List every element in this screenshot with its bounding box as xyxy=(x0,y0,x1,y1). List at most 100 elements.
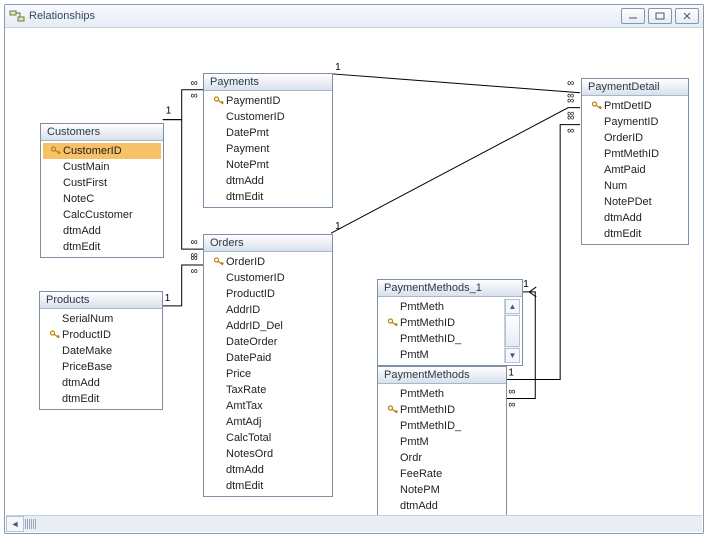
horizontal-scrollbar[interactable]: ◄ xyxy=(6,515,702,532)
field-row[interactable]: dtmAdd xyxy=(42,375,160,391)
field-row[interactable]: CustomerID xyxy=(43,143,161,159)
field-row[interactable]: SerialNum xyxy=(42,311,160,327)
field-name: Payment xyxy=(226,143,269,155)
field-row[interactable]: DateMake xyxy=(42,343,160,359)
maximize-button[interactable] xyxy=(648,8,672,24)
table-title[interactable]: Products xyxy=(40,292,162,309)
field-row[interactable]: dtmAdd xyxy=(43,223,161,239)
field-row[interactable]: PmtM xyxy=(380,434,504,450)
svg-text:∞: ∞ xyxy=(567,96,574,107)
scroll-left-button[interactable]: ◄ xyxy=(6,516,24,532)
scroll-thumb[interactable] xyxy=(505,315,520,347)
table-title[interactable]: PaymentMethods_1 xyxy=(378,280,522,297)
svg-text:1: 1 xyxy=(335,221,341,232)
field-row[interactable]: PmtMeth xyxy=(380,299,504,315)
table-customers[interactable]: Customers CustomerIDCustMainCustFirstNote… xyxy=(40,123,164,258)
field-row[interactable]: dtmEdit xyxy=(206,478,330,494)
field-row[interactable]: PmtMeth xyxy=(380,386,504,402)
field-name: dtmAdd xyxy=(400,500,438,512)
svg-text:1: 1 xyxy=(335,62,341,73)
titlebar[interactable]: Relationships xyxy=(5,5,703,28)
field-row[interactable]: dtmAdd xyxy=(206,462,330,478)
field-row[interactable]: AddrID_Del xyxy=(206,318,330,334)
vertical-scrollbar[interactable]: ▲▼ xyxy=(504,299,520,363)
key-icon xyxy=(590,100,604,112)
field-name: NotePmt xyxy=(226,159,269,171)
scroll-down-button[interactable]: ▼ xyxy=(505,348,520,363)
field-row[interactable]: PmtMethID_ xyxy=(380,331,504,347)
table-paymentMethods1[interactable]: PaymentMethods_1 PmtMethPmtMethIDPmtMethI… xyxy=(377,279,523,366)
field-row[interactable]: CalcCustomer xyxy=(43,207,161,223)
table-paymentMethods[interactable]: PaymentMethods PmtMethPmtMethIDPmtMethID_… xyxy=(377,366,507,516)
field-row[interactable]: DatePmt xyxy=(206,125,330,141)
field-row[interactable]: AmtPaid xyxy=(584,162,686,178)
field-name: dtmAdd xyxy=(604,212,642,224)
svg-text:∞: ∞ xyxy=(191,237,198,248)
field-row[interactable]: NotePmt xyxy=(206,157,330,173)
field-row[interactable]: dtmAdd xyxy=(380,498,504,514)
field-row[interactable]: AmtTax xyxy=(206,398,330,414)
field-row[interactable]: PaymentID xyxy=(584,114,686,130)
scroll-up-button[interactable]: ▲ xyxy=(505,299,520,314)
field-row[interactable]: FeeRate xyxy=(380,466,504,482)
table-orders[interactable]: Orders OrderIDCustomerIDProductIDAddrIDAd… xyxy=(203,234,333,497)
table-title[interactable]: PaymentMethods xyxy=(378,367,506,384)
scroll-track[interactable] xyxy=(24,517,53,531)
field-row[interactable]: CustMain xyxy=(43,159,161,175)
svg-text:1: 1 xyxy=(523,279,529,290)
field-name: DatePaid xyxy=(226,352,271,364)
field-row[interactable]: CalcTotal xyxy=(206,430,330,446)
field-row[interactable]: DateOrder xyxy=(206,334,330,350)
field-name: CustomerID xyxy=(226,111,285,123)
table-payments[interactable]: Payments PaymentID CustomerID DatePmt Paymen… xyxy=(203,73,333,208)
table-title[interactable]: Payments xyxy=(204,74,332,91)
field-row[interactable]: AddrID xyxy=(206,302,330,318)
field-name: dtmEdit xyxy=(63,241,100,253)
field-row[interactable]: Num xyxy=(584,178,686,194)
field-row[interactable]: CustomerID xyxy=(206,109,330,125)
field-name: Ordr xyxy=(400,452,422,464)
field-row[interactable]: TaxRate xyxy=(206,382,330,398)
field-row[interactable]: OrderID xyxy=(584,130,686,146)
field-row[interactable]: dtmEdit xyxy=(584,226,686,242)
field-row[interactable]: dtmAdd xyxy=(584,210,686,226)
table-paymentDetail[interactable]: PaymentDetail PmtDetIDPaymentIDOrderIDPmt… xyxy=(581,78,689,245)
field-row[interactable]: CustomerID xyxy=(206,270,330,286)
field-row[interactable]: Ordr xyxy=(380,450,504,466)
field-row[interactable]: PmtDetID xyxy=(584,98,686,114)
field-row[interactable]: NotePM xyxy=(380,482,504,498)
field-row[interactable]: dtmAdd xyxy=(206,173,330,189)
field-row[interactable]: Payment xyxy=(206,141,330,157)
field-name: FeeRate xyxy=(400,468,442,480)
table-title[interactable]: Orders xyxy=(204,235,332,252)
field-row[interactable]: PmtM xyxy=(380,347,504,363)
field-row[interactable]: NotePDet xyxy=(584,194,686,210)
field-row[interactable]: dtmEdit xyxy=(42,391,160,407)
field-row[interactable]: PmtMethID xyxy=(380,315,504,331)
field-row[interactable]: NotesOrd xyxy=(206,446,330,462)
table-title[interactable]: PaymentDetail xyxy=(582,79,688,96)
field-row[interactable]: dtmEdit xyxy=(206,189,330,205)
field-row[interactable]: DatePaid xyxy=(206,350,330,366)
svg-text:∞: ∞ xyxy=(567,126,574,137)
field-row[interactable]: CustFirst xyxy=(43,175,161,191)
field-row[interactable]: OrderID xyxy=(206,254,330,270)
field-row[interactable]: ProductID xyxy=(42,327,160,343)
table-products[interactable]: Products SerialNumProductIDDateMakePriceB… xyxy=(39,291,163,410)
field-row[interactable]: dtmEdit xyxy=(43,239,161,255)
table-title[interactable]: Customers xyxy=(41,124,163,141)
field-name: dtmEdit xyxy=(604,228,641,240)
field-row[interactable]: ProductID xyxy=(206,286,330,302)
close-button[interactable] xyxy=(675,8,699,24)
diagram-canvas[interactable]: 1∞∞ ∞∞ 1∞∞ 1∞∞ 1∞∞ 1 ∞∞ 1∞∞ CustomersCus… xyxy=(6,28,702,516)
field-row[interactable]: AmtAdj xyxy=(206,414,330,430)
field-row[interactable]: PmtMethID xyxy=(380,402,504,418)
field-row[interactable]: PmtMethID_ xyxy=(380,418,504,434)
field-row[interactable]: PriceBase xyxy=(42,359,160,375)
field-row[interactable]: PaymentID xyxy=(206,93,330,109)
field-row[interactable]: Price xyxy=(206,366,330,382)
field-row[interactable]: NoteC xyxy=(43,191,161,207)
field-row[interactable]: PmtMethID xyxy=(584,146,686,162)
minimize-button[interactable] xyxy=(621,8,645,24)
svg-text:∞: ∞ xyxy=(191,78,198,89)
